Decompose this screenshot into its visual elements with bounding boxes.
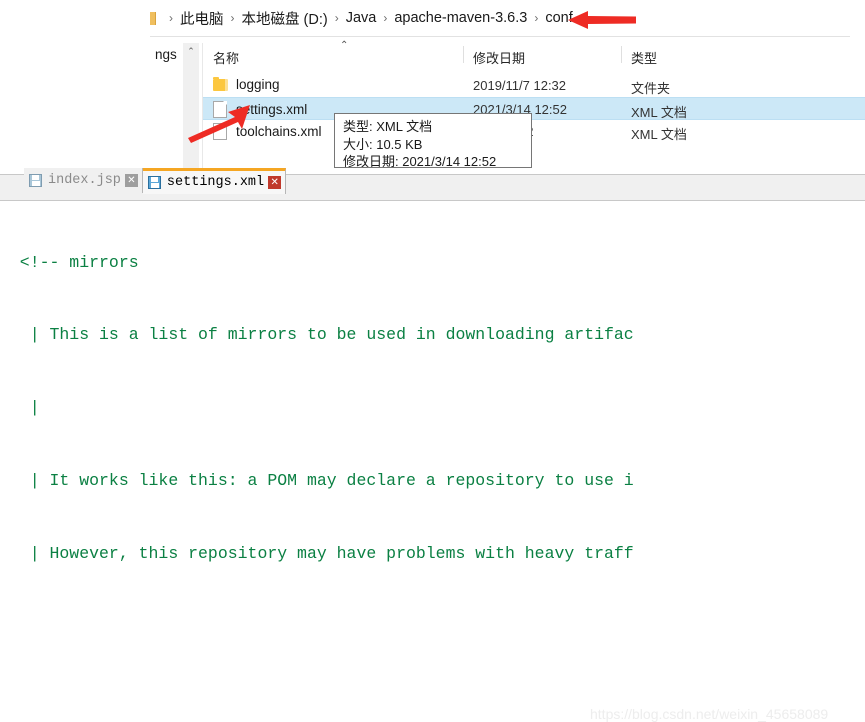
file-type-cell: XML 文档 — [631, 105, 687, 120]
code-line: | It works like this: a POM may declare … — [0, 471, 634, 491]
file-explorer-window: › 此电脑 › 本地磁盘 (D:) › Java › apache-maven-… — [0, 0, 865, 168]
table-row[interactable]: toolchains.xml 11/7 12:32 XML 文档 — [203, 120, 865, 143]
folder-icon — [213, 76, 228, 91]
folder-icon — [150, 11, 156, 25]
file-name-cell[interactable]: logging — [213, 76, 280, 92]
breadcrumb-item-this-pc[interactable]: 此电脑 — [180, 8, 224, 29]
column-header-name[interactable]: 名称 — [203, 48, 239, 67]
code-line: | This is a list of mirrors to be used i… — [0, 325, 634, 345]
file-name-label: logging — [236, 77, 280, 92]
column-header-type[interactable]: 类型 — [621, 48, 657, 67]
tooltip-date-line: 修改日期: 2021/3/14 12:52 — [343, 154, 497, 168]
close-icon[interactable]: ✕ — [268, 176, 282, 189]
table-row[interactable]: settings.xml 2021/3/14 12:52 XML 文档 — [203, 97, 865, 120]
tab-label: index.jsp — [48, 173, 121, 188]
breadcrumb-separator: › — [383, 11, 388, 25]
red-arrow-left-icon — [568, 11, 636, 29]
save-icon — [29, 174, 42, 187]
breadcrumb-item-java[interactable]: Java — [346, 10, 377, 26]
tooltip-size-line: 大小: 10.5 KB — [343, 136, 423, 152]
save-icon — [147, 176, 161, 189]
breadcrumb-separator: › — [230, 11, 235, 25]
breadcrumb-separator: › — [169, 11, 173, 25]
breadcrumb-item-local-disk-d[interactable]: 本地磁盘 (D:) — [242, 8, 328, 29]
code-line: | However, this repository may have prob… — [0, 544, 634, 564]
editor-tab-strip: index.jsp ✕ settings.xml ✕ — [24, 168, 287, 195]
file-tooltip: 类型: XML 文档 大小: 10.5 KB 修改日期: 2021/3/14 1… — [334, 113, 532, 168]
file-date-cell: 2019/11/7 12:32 — [473, 78, 567, 93]
sort-ascending-icon: ⌃ — [340, 40, 349, 51]
breadcrumb-separator: › — [534, 11, 539, 25]
table-row[interactable]: logging 2019/11/7 12:32 文件夹 — [203, 74, 865, 97]
tab-settings-xml[interactable]: settings.xml ✕ — [142, 168, 287, 194]
code-editor: index.jsp ✕ settings.xml ✕ <!-- mirrors … — [0, 168, 865, 722]
file-type-cell: XML 文档 — [631, 127, 687, 142]
tooltip-type-line: 类型: XML 文档 — [343, 119, 433, 134]
close-icon[interactable]: ✕ — [124, 174, 138, 187]
file-type-cell: 文件夹 — [631, 81, 671, 96]
column-header-date-modified[interactable]: 修改日期 — [463, 48, 525, 67]
tab-index-jsp[interactable]: index.jsp ✕ — [24, 168, 143, 193]
breadcrumb-divider — [150, 36, 850, 37]
tab-label: settings.xml — [166, 175, 265, 190]
code-line: <!-- mirrors — [0, 252, 139, 272]
watermark: https://blog.csdn.net/weixin_45658089 — [590, 706, 829, 722]
tree-item-remnant-label: ngs — [155, 47, 177, 62]
breadcrumb-separator: › — [334, 11, 339, 25]
breadcrumb[interactable]: › 此电脑 › 本地磁盘 (D:) › Java › apache-maven-… — [150, 0, 865, 36]
file-list-header: 名称 修改日期 类型 — [203, 43, 865, 69]
code-content[interactable]: <!-- mirrors | This is a list of mirrors… — [0, 201, 865, 565]
scroll-up-chevron-icon[interactable]: ⌃ — [183, 43, 199, 59]
red-arrow-up-right-icon — [188, 105, 250, 143]
breadcrumb-item-apache-maven[interactable]: apache-maven-3.6.3 — [394, 10, 527, 26]
code-line: | — [0, 398, 40, 418]
